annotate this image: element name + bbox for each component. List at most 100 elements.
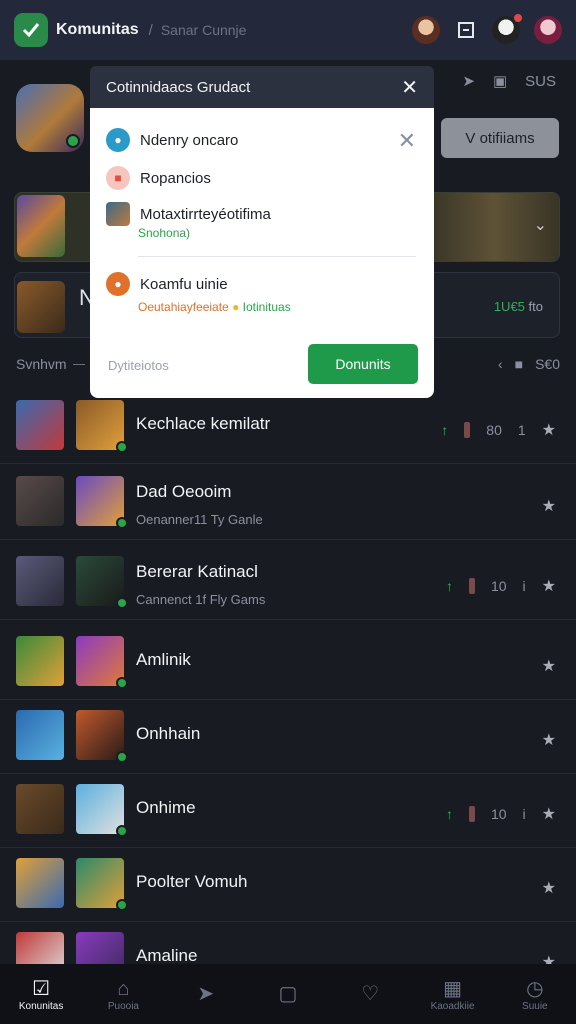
list-item-meta: ★: [542, 496, 556, 516]
chevron-down-icon[interactable]: ⌄: [534, 215, 547, 235]
nav-item[interactable]: ♡: [338, 982, 402, 1006]
nav-item[interactable]: ☑ Konunitas: [9, 977, 73, 1012]
list-item-stat: i: [522, 578, 526, 594]
bottom-navigation: ☑ Konunitas ⌂ Puooia ➤ ▢ ♡ ▦ Kaoadkiie ◷ Suuie: [0, 964, 576, 1024]
dialog-option-label: Ropancios: [140, 169, 211, 187]
right-tag: SUS: [525, 72, 556, 90]
list-item[interactable]: Onhime ↑ 10 i ★: [0, 772, 576, 848]
game-thumbnail: [16, 858, 64, 908]
list-item-title: Onhime: [136, 798, 196, 817]
dialog-option[interactable]: ● Koamfu uinie: [106, 272, 228, 296]
square-icon: ▢: [278, 983, 298, 1005]
nav-item-label: Puooia: [107, 1000, 139, 1012]
list-item-meta: ★: [542, 730, 556, 750]
star-icon[interactable]: ★: [542, 804, 556, 824]
breadcrumb-separator: /: [148, 21, 153, 39]
nav-item-label: Suuie: [522, 1000, 548, 1012]
card-meta: 1U€5 fto: [494, 299, 543, 314]
options-dialog: ✕ ● Ndenry oncaro ■ Ropancios Motaxtirrt…: [90, 108, 434, 398]
section-divider: [72, 363, 85, 365]
dialog-option[interactable]: ● Ndenry oncaro: [106, 128, 238, 152]
list-item[interactable]: Dad Oeooim Oenanner11 Ty Ganle ★: [0, 464, 576, 540]
nav-item[interactable]: ▦ Kaoadkiie: [421, 977, 485, 1012]
filter-icon[interactable]: ■: [515, 356, 523, 372]
dialog-option[interactable]: Motaxtirrteyéotifima: [106, 202, 271, 226]
top-bar: Komunitas / Sanar Cunnje: [0, 0, 576, 60]
screen-icon[interactable]: ▣: [493, 72, 507, 90]
list-item[interactable]: Bererar Katinacl Cannenct 1f Fly Gams ↑ 10 i…: [0, 544, 576, 620]
dialog-option[interactable]: ■ Ropancios: [106, 166, 211, 190]
option-status: Snohona): [138, 226, 191, 240]
friend-avatar[interactable]: [492, 14, 522, 44]
game-thumbnail: [17, 281, 65, 333]
dialog-title: Cotinnidaacs Grudact: [106, 78, 251, 96]
game-thumbnail: [76, 400, 128, 453]
game-thumbnail: [76, 476, 128, 529]
dialog-divider: [138, 256, 416, 257]
header-tools: ➤ ▣ SUS: [462, 72, 556, 91]
chevron-left-icon[interactable]: ‹: [498, 356, 503, 372]
game-thumbnail: [16, 710, 64, 760]
list-item-meta: ↑ 10 i ★: [446, 804, 556, 824]
list-item-meta: ★: [542, 878, 556, 898]
dialog-header: Cotinnidaacs Grudact ✕: [90, 66, 434, 108]
online-badge: [116, 899, 128, 911]
list-item[interactable]: Onhhain ★: [0, 698, 576, 774]
list-item[interactable]: Poolter Vomuh ★: [0, 846, 576, 922]
top-actions: [412, 14, 562, 44]
app-title: Komunitas: [56, 21, 139, 38]
list-item-meta: ↑ 80 1 ★: [441, 420, 556, 440]
online-badge: [116, 751, 128, 763]
community-avatar[interactable]: [16, 84, 84, 152]
section-title: Svnhvm: [16, 356, 67, 372]
view-all-button[interactable]: V otifiiams: [441, 118, 559, 158]
star-icon[interactable]: ★: [542, 730, 556, 750]
close-icon[interactable]: ✕: [401, 75, 418, 100]
star-icon[interactable]: ★: [542, 420, 556, 440]
star-icon[interactable]: ★: [542, 656, 556, 676]
list-item-subtitle: Oenanner11 Ty Ganle: [136, 512, 263, 527]
pin-icon[interactable]: ➤: [462, 72, 475, 90]
star-icon[interactable]: ★: [542, 576, 556, 596]
checkbox-icon: ☑: [32, 977, 51, 1000]
game-thumbnail: [16, 784, 64, 834]
section-value: S€0: [535, 356, 560, 372]
nav-item[interactable]: ◷ Suuie: [503, 977, 567, 1012]
arrow-up-icon: ↑: [441, 422, 449, 438]
square-icon: ■: [106, 166, 130, 190]
nav-item[interactable]: ➤: [174, 982, 238, 1006]
list-item-stat: 80: [486, 422, 502, 438]
nav-item-label: Kaoadkiie: [430, 1000, 475, 1012]
list-item-title: Kechlace kemilatr: [136, 414, 271, 433]
nav-item[interactable]: ▢: [256, 982, 320, 1006]
star-icon[interactable]: ★: [542, 878, 556, 898]
breadcrumb[interactable]: Sanar Cunnje: [161, 22, 247, 38]
coin-icon: ●: [232, 300, 240, 314]
share-icon[interactable]: [454, 18, 478, 42]
list-item[interactable]: Kechlace kemilatr ↑ 80 1 ★: [0, 388, 576, 464]
list-item-meta: ★: [542, 656, 556, 676]
list-item-stat: 10: [490, 578, 507, 594]
calendar-icon: ▦: [443, 977, 462, 1000]
online-badge: [116, 825, 128, 837]
option-detail-tail: Iotinituas: [242, 300, 291, 314]
bar-icon: [468, 578, 475, 594]
game-art-icon: [106, 202, 130, 226]
card-meta-green: 1U€5: [493, 299, 525, 314]
secondary-link[interactable]: Dytiteiotos: [108, 358, 169, 373]
list-item-title: Onhhain: [136, 724, 201, 743]
app-logo-icon[interactable]: [14, 13, 48, 47]
list-item[interactable]: Amlinik ★: [0, 624, 576, 700]
dialog-option-label: Motaxtirrteyéotifima: [140, 205, 271, 223]
section-controls: ‹ ■ S€0: [498, 356, 560, 372]
nav-item[interactable]: ⌂ Puooia: [91, 977, 155, 1012]
close-icon[interactable]: ✕: [398, 128, 416, 154]
game-thumbnail: [17, 195, 65, 257]
star-icon[interactable]: ★: [542, 496, 556, 516]
confirm-button[interactable]: Donunits: [308, 344, 418, 384]
friend-avatar[interactable]: [534, 16, 562, 44]
user-avatar[interactable]: [412, 16, 440, 44]
list-item-subtitle: Cannenct 1f Fly Gams: [136, 592, 266, 607]
nav-item-label: Konunitas: [18, 1000, 64, 1012]
list-item-stat: 1: [517, 422, 526, 438]
